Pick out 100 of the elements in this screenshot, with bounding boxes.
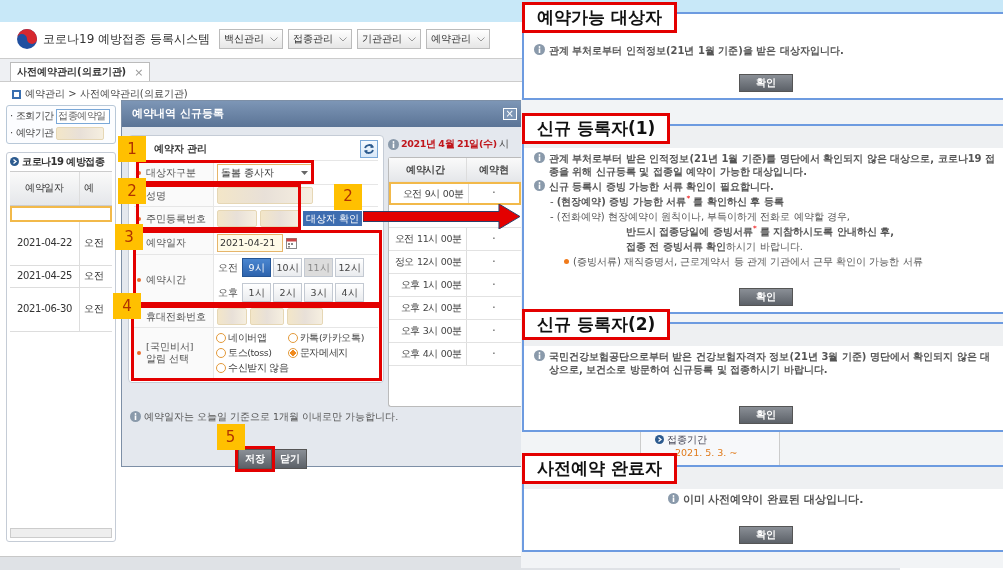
dialog-title: 예약내역 신규등록: [132, 107, 224, 121]
table-row[interactable]: 2021-04-25 오전: [10, 266, 112, 288]
menu-dropdown[interactable]: 예약관리: [425, 29, 490, 49]
field-label: 예약시간: [145, 274, 186, 286]
table-cell-text: 오전: [83, 302, 105, 317]
time-slot-button[interactable]: 1시: [242, 283, 271, 302]
time-slot-button[interactable]: 12시: [335, 258, 364, 277]
tab[interactable]: 사전예약관리(의료기관) ×: [10, 62, 151, 81]
column-header: 예약시간: [389, 158, 467, 181]
refresh-button[interactable]: [360, 140, 378, 158]
confirm-button[interactable]: 확인: [738, 405, 793, 424]
time-slot-button[interactable]: 3시: [304, 283, 333, 302]
table-cell-text: 오전: [83, 236, 105, 251]
table-cell: 오전 11시 00분: [389, 228, 467, 250]
table-row[interactable]: 오후 3시 00분 ·: [389, 320, 521, 343]
step-number: 3: [115, 224, 143, 250]
table-row[interactable]: 오전 9시 00분 ·: [389, 182, 521, 205]
table-cell-text: ·: [491, 276, 497, 294]
table-row[interactable]: 정오 12시 00분 ·: [389, 251, 521, 274]
scrollbar[interactable]: [10, 527, 112, 538]
table-cell-text: ·: [491, 299, 497, 317]
menu-dropdown[interactable]: 백신관리: [218, 29, 283, 49]
message-text: (증빙서류) 재직증명서, 근로계약서 등 관계 기관에서 근무 확인이 가능한 서류: [573, 255, 923, 268]
arrow-circle-icon: [10, 157, 19, 167]
table-row[interactable]: 2021-04-22 오전: [10, 222, 112, 266]
radio-option[interactable]: 토스(toss): [216, 346, 284, 359]
tab-label[interactable]: 사전예약관리(의료기관): [17, 65, 127, 79]
message-text: - (현장예약) 증빙 가능한 서류$^{*}$ 를 확인하신 후 등록: [550, 195, 784, 208]
message-text: 접종 전 증빙서류 확인하시기 바랍니다.: [626, 240, 803, 253]
info-icon: [130, 411, 141, 423]
breadcrumb-icon: [12, 89, 21, 99]
field-label: 성명: [145, 189, 166, 202]
table-cell: 2021-06-30: [10, 288, 80, 331]
caret-icon: [338, 36, 347, 42]
message-text: - (전화예약) 현장예약이 원칙이나, 부득이하게 전화로 예약할 경우,: [550, 210, 851, 223]
table-row[interactable]: 오전 11시 00분 ·: [389, 228, 521, 251]
table-cell: 2021-04-25: [10, 266, 80, 287]
dropdown[interactable]: 돌봄 종사자: [217, 163, 312, 182]
step-number: 1: [118, 136, 146, 162]
caret-icon: [407, 36, 416, 42]
time-slot-button[interactable]: 10시: [273, 258, 302, 277]
date-field[interactable]: 2021-04-21: [217, 233, 283, 252]
step-number: 2: [334, 183, 363, 210]
menu-dropdown[interactable]: 접종관리: [287, 29, 352, 49]
time-slot-button[interactable]: 9시: [242, 258, 271, 277]
table-cell: 오전 9시 00분: [391, 184, 469, 203]
table-cell: 정오 12시 00분: [389, 251, 467, 273]
table-cell: 오후 3시 00분: [389, 320, 467, 342]
table-cell-text: ·: [491, 253, 497, 271]
radio-option[interactable]: 문자메세지: [287, 346, 376, 359]
time-slot-button[interactable]: 4시: [335, 283, 364, 302]
table-cell: 오후 1시 00분: [389, 274, 467, 296]
field-label: · 조회기간: [10, 109, 54, 123]
field-label: [국민비서] 알림 선택: [145, 340, 195, 365]
message-text: 관계 부처로부터 받은 인적정보(21년 1월 기준)를 명단에서 확인되지 않은 대상으로, 코로나19 접종을 위해 신규등록 및 접종일 예약이 가능한 대상입니다.: [549, 152, 997, 178]
selected-value: 돌봄 종사자: [221, 166, 275, 179]
radio-option[interactable]: 카톡(카카오톡): [287, 332, 376, 344]
caret-icon: [269, 36, 278, 42]
verify-button[interactable]: 대상자 확인: [303, 210, 363, 227]
caret-icon: [476, 36, 485, 42]
confirm-button[interactable]: 확인: [738, 287, 793, 306]
table-row[interactable]: 오후 4시 00분 ·: [389, 343, 521, 366]
callout-title: 신규 등록자(2): [522, 309, 671, 341]
column-header: 예약일자: [10, 172, 80, 205]
field-label: 대상자구분: [145, 166, 196, 179]
group-label: 오후: [217, 286, 239, 299]
table-row[interactable]: 2021-06-30 오전: [10, 288, 112, 332]
time-slot-button[interactable]: 2시: [273, 283, 302, 302]
info-icon: [667, 493, 679, 504]
calendar-icon[interactable]: [286, 236, 297, 249]
masked-field: [217, 308, 247, 325]
arrow-circle-icon: [655, 435, 664, 445]
table-cell-text: 오전: [83, 269, 105, 284]
radio-option[interactable]: 수신받지 않음: [216, 361, 376, 374]
message-text: 반드시 접종당일에 증빙서류$^{*}$ 를 지참하시도록 안내하신 후,: [626, 225, 895, 238]
menu-dropdown[interactable]: 기관관리: [356, 29, 421, 49]
info-icon: [534, 152, 545, 163]
column-header: 예: [83, 181, 95, 196]
table-cell-text: ·: [491, 345, 497, 363]
masked-field: [55, 126, 104, 140]
date-text: 2021. 5. 3. ~: [674, 446, 739, 459]
logo-icon: [16, 28, 38, 50]
field-label: · 예약기관: [10, 126, 54, 140]
table-cell: 오후 4시 00분: [389, 343, 467, 365]
refresh-icon: [363, 143, 375, 155]
table-row[interactable]: 오후 1시 00분 ·: [389, 274, 521, 297]
radio-option[interactable]: 네이버앱: [216, 332, 284, 344]
table-cell: 2021-04-22: [10, 222, 80, 265]
message-text: 국민건강보험공단으로부터 받은 건강보험자격자 정보(21년 3월 기준) 명단에서 확인되지 않은 대상으로, 보건소로 방문하여 신규등록 및 접종하시기 바랍니다.: [549, 350, 992, 376]
confirm-button[interactable]: 확인: [738, 525, 793, 544]
field-label: 주민등록번호: [145, 212, 206, 225]
masked-field: [217, 210, 257, 227]
step-number: 4: [113, 293, 141, 319]
step-number: 2: [118, 178, 146, 204]
masked-field: [250, 308, 284, 325]
table-row[interactable]: 오후 2시 00분 ·: [389, 297, 521, 320]
info-icon: [534, 44, 545, 55]
confirm-button[interactable]: 확인: [738, 73, 793, 92]
input-field[interactable]: 접종예약일: [55, 108, 110, 124]
table-cell-text: ·: [491, 322, 497, 340]
